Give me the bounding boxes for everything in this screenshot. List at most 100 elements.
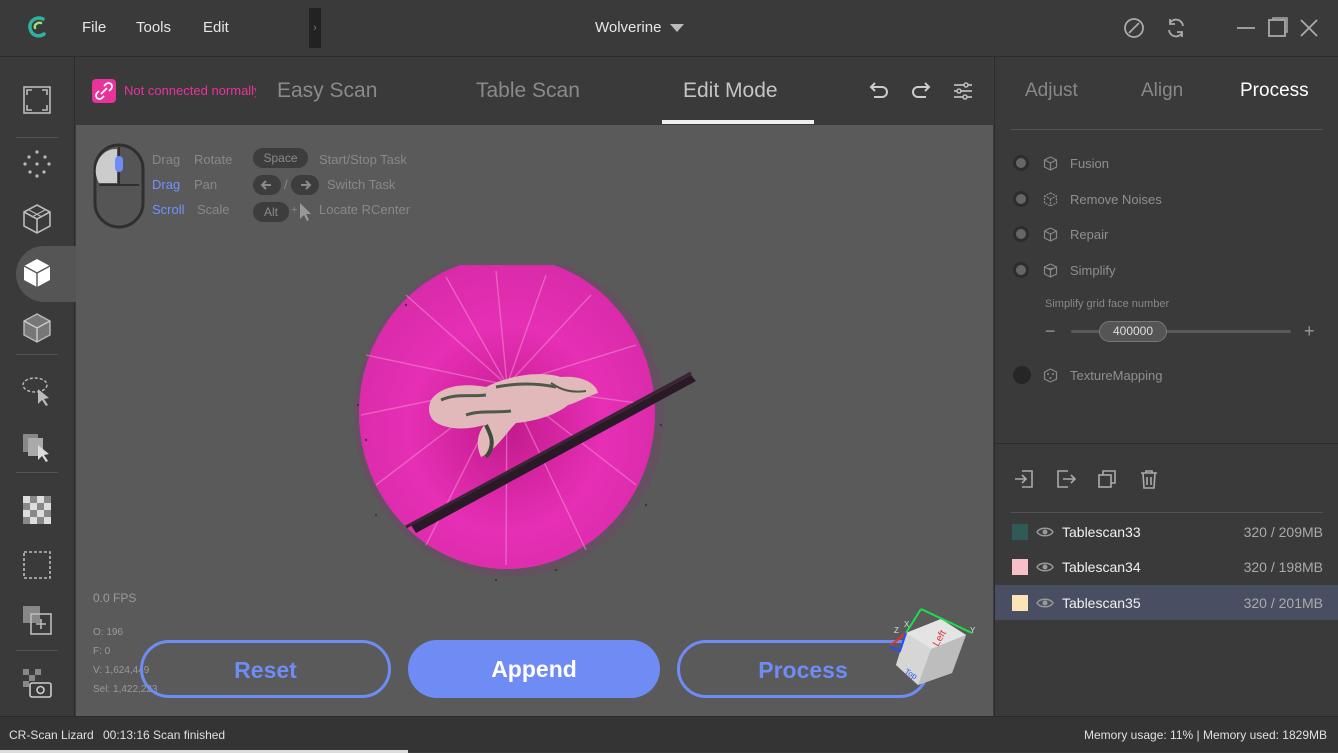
reset-button[interactable]: Reset — [140, 640, 391, 698]
connection-status-text: Not connected normally — [124, 83, 256, 98]
refresh-icon[interactable] — [1164, 16, 1188, 40]
scan-row[interactable]: Tablescan33 320 / 209MB — [995, 514, 1338, 549]
fit-view-icon[interactable] — [20, 83, 54, 117]
active-tab-indicator — [662, 120, 814, 124]
tab-edit-mode[interactable]: Edit Mode — [683, 79, 778, 103]
scan-row[interactable]: Tablescan35 320 / 201MB — [995, 585, 1338, 620]
layer-select-icon[interactable] — [20, 429, 54, 463]
device-name: CR-Scan Lizard — [9, 728, 94, 742]
scan-list-panel: Tablescan33 320 / 209MB Tablescan34 320 … — [995, 443, 1338, 716]
close-icon[interactable] — [1297, 16, 1321, 40]
duplicate-icon[interactable] — [1096, 468, 1118, 490]
stat-f: F: 0 — [93, 646, 111, 657]
step-radio[interactable] — [1013, 226, 1029, 242]
status-bar: CR-Scan Lizard 00:13:16 Scan finished Me… — [0, 716, 1338, 753]
axis-y-label: Y — [970, 626, 976, 635]
wireframe-cube-icon[interactable] — [20, 202, 54, 236]
hint-slash: / — [284, 177, 288, 192]
slider-increment-button[interactable]: + — [1304, 321, 1315, 342]
toolbar-divider — [16, 472, 58, 473]
step-radio[interactable] — [1013, 191, 1029, 207]
delete-icon[interactable] — [1138, 468, 1160, 490]
arrow-left-key-icon — [253, 175, 281, 195]
fps-counter: 0.0 FPS — [93, 591, 137, 605]
menu-tools[interactable]: Tools — [136, 19, 171, 36]
process-step-fusion[interactable]: Fusion — [1013, 153, 1313, 173]
chevron-down-icon[interactable] — [670, 24, 684, 32]
tab-table-scan[interactable]: Table Scan — [476, 79, 580, 103]
solid-cube-icon[interactable] — [20, 256, 54, 290]
sidebar-toggle-handle[interactable]: › — [309, 8, 321, 48]
point-cloud-icon[interactable] — [20, 146, 54, 180]
toolbar-divider — [16, 354, 58, 355]
append-button[interactable]: Append — [408, 640, 660, 698]
textured-cube-icon[interactable] — [20, 311, 54, 345]
eye-icon[interactable] — [1036, 525, 1054, 539]
scan-color-swatch[interactable] — [1012, 559, 1028, 575]
redo-icon[interactable] — [909, 79, 933, 103]
stat-o: O: 196 — [93, 627, 124, 638]
step-label: Remove Noises — [1070, 192, 1162, 207]
orientation-cube[interactable]: Left Top Y Z X — [886, 603, 978, 693]
checker-select-all-icon[interactable] — [20, 493, 54, 527]
simplify-slider-thumb[interactable]: 400000 — [1099, 321, 1167, 342]
step-radio[interactable] — [1013, 366, 1031, 384]
tab-align[interactable]: Align — [1141, 80, 1183, 102]
scan-color-swatch[interactable] — [1012, 595, 1028, 611]
minimize-icon[interactable] — [1234, 16, 1258, 40]
menu-file[interactable]: File — [82, 19, 106, 36]
scan-size: 320 / 198MB — [1243, 559, 1323, 575]
hint-drag2-label: Drag — [152, 177, 181, 192]
process-step-texture-mapping[interactable]: TextureMapping — [1013, 365, 1313, 385]
scan-name[interactable]: Tablescan33 — [1062, 524, 1141, 540]
panel-divider — [1011, 129, 1323, 130]
add-selection-icon[interactable] — [20, 603, 54, 637]
mode-bar: Not connected normally Easy Scan Table S… — [76, 57, 993, 125]
step-label: TextureMapping — [1070, 368, 1163, 383]
lasso-select-icon[interactable] — [20, 373, 54, 407]
scanned-model[interactable] — [346, 265, 706, 595]
alt-key-badge: Alt — [253, 202, 289, 222]
status-message: 00:13:16 Scan finished — [103, 728, 226, 742]
step-label: Fusion — [1070, 156, 1110, 171]
toolbar-divider — [16, 650, 58, 651]
project-name[interactable]: Wolverine — [595, 19, 661, 36]
hint-start-stop: Start/Stop Task — [319, 152, 407, 167]
step-radio[interactable] — [1013, 155, 1029, 171]
process-step-repair[interactable]: Repair — [1013, 224, 1313, 244]
slider-decrement-button[interactable]: − — [1045, 321, 1056, 342]
eye-icon[interactable] — [1036, 560, 1054, 574]
step-label: Simplify — [1070, 263, 1116, 278]
process-step-simplify[interactable]: Simplify — [1013, 260, 1313, 280]
tab-adjust[interactable]: Adjust — [1025, 80, 1078, 102]
import-icon[interactable] — [1013, 468, 1035, 490]
hint-switch-task: Switch Task — [327, 177, 396, 192]
process-step-remove-noises[interactable]: Remove Noises — [1013, 189, 1313, 209]
menu-edit[interactable]: Edit — [203, 19, 229, 36]
toolbar-divider — [16, 137, 58, 138]
settings-sliders-icon[interactable] — [951, 79, 975, 103]
eye-icon[interactable] — [1036, 596, 1054, 610]
tab-easy-scan[interactable]: Easy Scan — [277, 79, 377, 103]
snapshot-icon[interactable] — [20, 666, 54, 700]
tab-process[interactable]: Process — [1240, 80, 1309, 102]
noise-cube-icon — [1043, 192, 1058, 207]
arrow-right-key-icon — [291, 175, 319, 195]
hint-plus: + — [291, 204, 298, 216]
step-radio[interactable] — [1013, 262, 1029, 278]
hint-drag-label: Drag — [152, 152, 181, 167]
undo-icon[interactable] — [867, 79, 891, 103]
deselect-icon[interactable] — [20, 548, 54, 582]
scan-color-swatch[interactable] — [1012, 524, 1028, 540]
feedback-icon[interactable] — [1122, 16, 1146, 40]
scan-name[interactable]: Tablescan35 — [1062, 595, 1141, 611]
scan-size: 320 / 201MB — [1243, 595, 1323, 611]
repair-cube-icon — [1043, 227, 1058, 242]
space-key-badge: Space — [253, 148, 308, 168]
maximize-icon[interactable] — [1265, 16, 1289, 40]
3d-viewport[interactable]: Drag Rotate Drag Pan Scroll Scale Space … — [76, 125, 993, 716]
export-icon[interactable] — [1055, 468, 1077, 490]
scan-name[interactable]: Tablescan34 — [1062, 559, 1141, 575]
scan-row[interactable]: Tablescan34 320 / 198MB — [995, 549, 1338, 584]
connection-status-badge — [92, 79, 116, 103]
